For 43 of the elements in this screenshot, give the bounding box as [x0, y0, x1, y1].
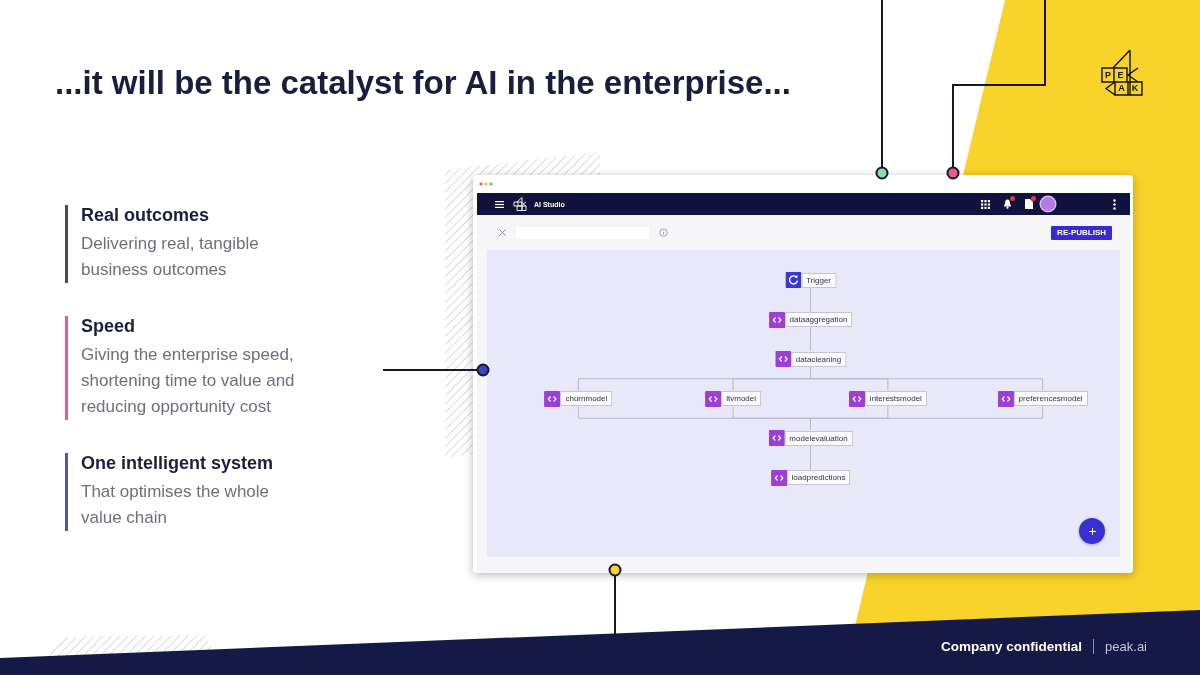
code-icon	[774, 351, 791, 367]
edge-line	[810, 445, 811, 470]
bell-icon[interactable]	[1003, 199, 1012, 209]
feature-description: Giving the enterprise speed, shortening time to value and reducing opportunity cost	[81, 344, 296, 418]
feature-description: That optimises the whole value chain	[81, 481, 271, 529]
code-icon	[770, 469, 787, 486]
grid-icon[interactable]	[981, 199, 990, 209]
code-icon	[848, 390, 865, 407]
slide-title: ...it will be the catalyst for AI in the enterprise...	[55, 64, 791, 102]
node-label: churnmodel	[560, 391, 613, 406]
node-label: modelevaluation	[784, 430, 853, 446]
close-icon[interactable]	[499, 229, 506, 236]
more-icon[interactable]	[1113, 198, 1116, 210]
node-label: ltvmodel	[721, 391, 761, 406]
add-button[interactable]	[1079, 518, 1105, 544]
feature-title: One intelligent system	[81, 453, 275, 474]
ring-icon	[785, 272, 801, 288]
plus-icon	[1088, 527, 1096, 535]
publish-button[interactable]: RE-PUBLISH	[1051, 225, 1112, 240]
node-label: preferencesmodel	[1013, 391, 1088, 406]
logo: P E A K	[1098, 48, 1148, 98]
node-label: datacleaning	[790, 351, 847, 367]
window-controls-icon	[479, 182, 493, 186]
menu-icon[interactable]	[495, 200, 504, 208]
feature-title: Speed	[81, 316, 137, 337]
node-label: Trigger	[801, 272, 836, 288]
logo-icon	[513, 197, 528, 211]
avatar[interactable]	[1041, 197, 1055, 211]
node-label: loadpredictions	[786, 470, 851, 485]
code-icon	[544, 390, 561, 407]
code-icon	[705, 390, 722, 407]
code-icon	[768, 430, 785, 446]
feature-title: Real outcomes	[81, 205, 211, 226]
edge-line	[810, 327, 811, 352]
node-label: dataaggregation	[784, 312, 853, 327]
footer-text: Company confidential	[941, 639, 1083, 654]
footer-link[interactable]: peak.ai	[1093, 639, 1147, 654]
edge-line	[810, 287, 811, 312]
code-icon	[997, 390, 1014, 407]
code-icon	[768, 311, 785, 328]
feature-description: Delivering real, tangible business outcomes	[81, 233, 260, 281]
node-label: interestsmodel	[864, 391, 927, 406]
document-icon[interactable]	[1025, 199, 1033, 209]
